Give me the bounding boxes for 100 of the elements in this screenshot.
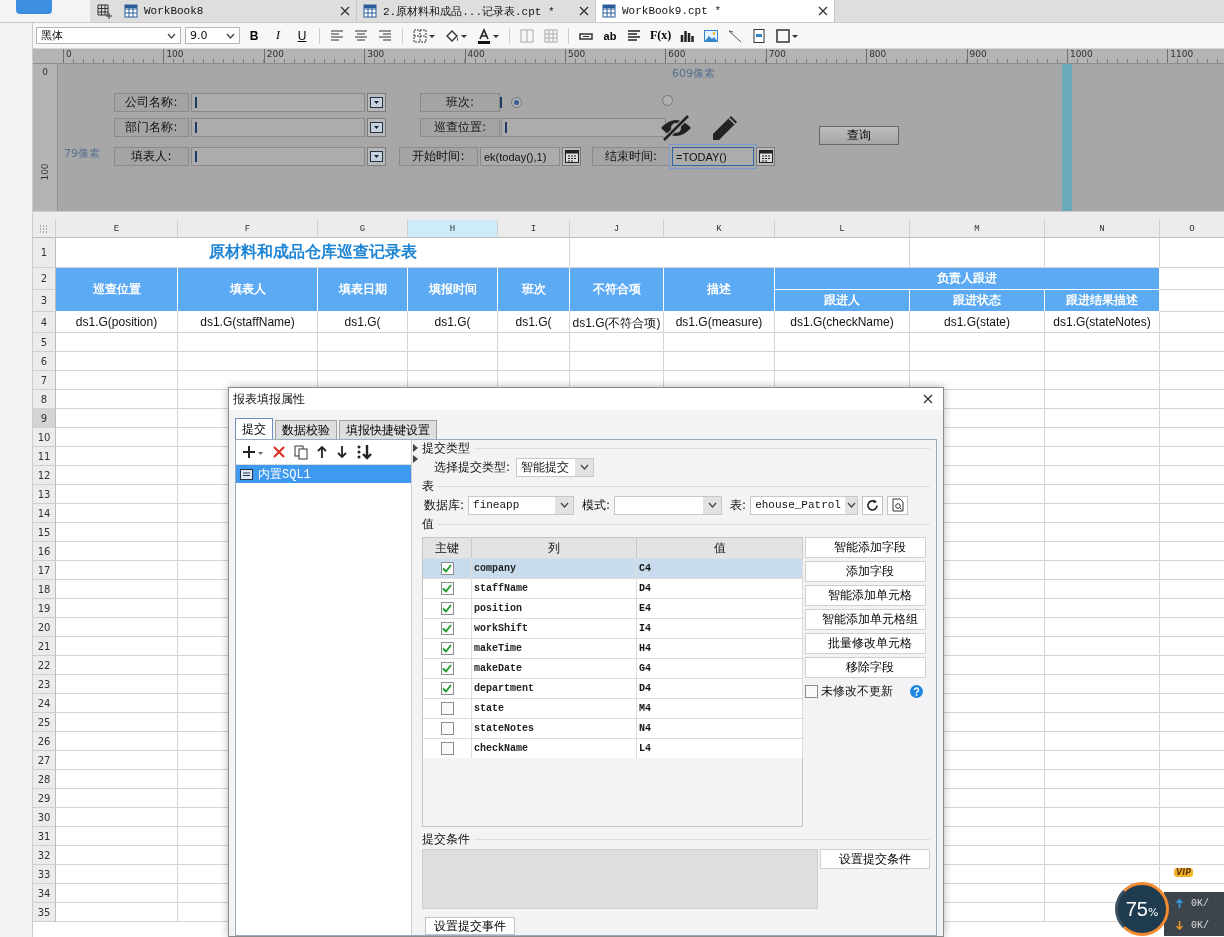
row-header[interactable]: 15: [33, 523, 56, 542]
close-icon[interactable]: [340, 6, 350, 16]
table-row[interactable]: staffName D4: [423, 578, 802, 598]
calendar-button[interactable]: [562, 147, 581, 166]
action-button[interactable]: 移除字段: [805, 657, 926, 678]
row-header[interactable]: 8: [33, 390, 56, 409]
close-icon[interactable]: [579, 6, 589, 16]
dropdown-button[interactable]: [367, 93, 386, 112]
date-field[interactable]: =TODAY(): [672, 147, 754, 166]
row-header[interactable]: 21: [33, 637, 56, 656]
table-row[interactable]: department D4: [423, 678, 802, 698]
action-button[interactable]: 智能添加单元格组: [805, 609, 926, 630]
new-sheet-icon[interactable]: [96, 3, 112, 19]
preview-button[interactable]: [887, 495, 909, 515]
expand-arrow-icon[interactable]: [413, 455, 419, 463]
combo-field[interactable]: [191, 93, 365, 112]
action-button[interactable]: 智能添加字段: [805, 537, 926, 558]
arrow-up-icon[interactable]: [316, 445, 328, 459]
dropdown-button[interactable]: [367, 147, 386, 166]
combo-field[interactable]: [191, 147, 365, 166]
set-event-button[interactable]: 设置提交事件: [425, 917, 515, 935]
submit-type-select[interactable]: 智能提交: [516, 457, 595, 477]
row-header[interactable]: 29: [33, 789, 56, 808]
row-header[interactable]: 32: [33, 846, 56, 865]
column-header[interactable]: E: [56, 220, 178, 238]
date-field[interactable]: ek(today(),1): [480, 147, 560, 166]
row-header[interactable]: 23: [33, 675, 56, 694]
table-row[interactable]: makeTime H4: [423, 638, 802, 658]
checkbox[interactable]: [440, 742, 454, 755]
checkbox[interactable]: [805, 685, 818, 698]
calendar-button[interactable]: [756, 147, 775, 166]
checkbox[interactable]: [440, 722, 454, 735]
column-header[interactable]: J: [570, 220, 664, 238]
checkbox[interactable]: [440, 702, 454, 715]
column-header[interactable]: G: [318, 220, 408, 238]
table-select[interactable]: ehouse_Patrol: [750, 495, 859, 515]
database-select[interactable]: fineapp: [468, 495, 575, 515]
row-header[interactable]: 5: [33, 333, 56, 352]
checkbox[interactable]: [440, 622, 454, 635]
row-header[interactable]: 34: [33, 884, 56, 903]
row-header[interactable]: 17: [33, 561, 56, 580]
set-condition-button[interactable]: 设置提交条件: [820, 849, 930, 869]
row-header[interactable]: 24: [33, 694, 56, 713]
row-header[interactable]: 1: [33, 238, 56, 268]
row-header[interactable]: 26: [33, 732, 56, 751]
column-header[interactable]: I: [498, 220, 570, 238]
row-header[interactable]: 27: [33, 751, 56, 770]
table-row[interactable]: state M4: [423, 698, 802, 718]
table-row[interactable]: workShift I4: [423, 618, 802, 638]
close-icon[interactable]: [923, 394, 933, 404]
row-header[interactable]: 25: [33, 713, 56, 732]
row-header[interactable]: 12: [33, 466, 56, 485]
row-header[interactable]: 6: [33, 352, 56, 371]
column-header[interactable]: K: [664, 220, 775, 238]
text-tool-button[interactable]: ab: [600, 25, 620, 46]
table-row[interactable]: makeDate G4: [423, 658, 802, 678]
text-field[interactable]: [501, 118, 666, 137]
dialog-tab[interactable]: 提交: [235, 418, 273, 439]
formula-button[interactable]: F(x): [648, 25, 674, 46]
radio-button[interactable]: [662, 95, 673, 106]
table-row[interactable]: position E4: [423, 598, 802, 618]
row-header[interactable]: 14: [33, 504, 56, 523]
column-header[interactable]: O: [1160, 220, 1224, 238]
italic-button[interactable]: I: [268, 25, 288, 46]
table-row[interactable]: checkName L4: [423, 738, 802, 758]
file-tab[interactable]: WorkBook9.cpt *: [596, 0, 835, 22]
checkbox[interactable]: [440, 642, 454, 655]
row-header[interactable]: 35: [33, 903, 56, 922]
row-header[interactable]: 30: [33, 808, 56, 827]
help-icon[interactable]: [910, 685, 923, 698]
column-header[interactable]: M: [910, 220, 1045, 238]
dialog-tab[interactable]: 填报快捷键设置: [339, 420, 437, 439]
table-row[interactable]: company C4: [423, 558, 802, 578]
close-icon[interactable]: [818, 6, 828, 16]
copy-icon[interactable]: [294, 444, 308, 460]
action-button[interactable]: 添加字段: [805, 561, 926, 582]
row-header[interactable]: 19: [33, 599, 56, 618]
row-header[interactable]: 11: [33, 447, 56, 466]
sort-down-icon[interactable]: [356, 444, 374, 460]
arrow-down-icon[interactable]: [336, 445, 348, 459]
row-header[interactable]: 13: [33, 485, 56, 504]
column-header[interactable]: N: [1045, 220, 1160, 238]
row-header[interactable]: 16: [33, 542, 56, 561]
query-button[interactable]: 查询: [819, 126, 899, 145]
row-header[interactable]: 4: [33, 312, 56, 333]
row-header[interactable]: 18: [33, 580, 56, 599]
row-header[interactable]: 22: [33, 656, 56, 675]
radio-button[interactable]: [511, 97, 522, 108]
checkbox[interactable]: [440, 582, 454, 595]
action-button[interactable]: 批量修改单元格: [805, 633, 926, 654]
row-header[interactable]: 31: [33, 827, 56, 846]
delete-icon[interactable]: [272, 445, 286, 459]
eye-slash-icon[interactable]: [659, 114, 693, 142]
row-header[interactable]: 33: [33, 865, 56, 884]
select-all-icon[interactable]: [39, 224, 49, 233]
column-header[interactable]: H: [408, 220, 498, 238]
font-size-select[interactable]: 9.0: [185, 27, 240, 44]
column-header[interactable]: F: [178, 220, 318, 238]
row-header[interactable]: 9: [33, 409, 56, 428]
add-icon[interactable]: [242, 445, 264, 459]
